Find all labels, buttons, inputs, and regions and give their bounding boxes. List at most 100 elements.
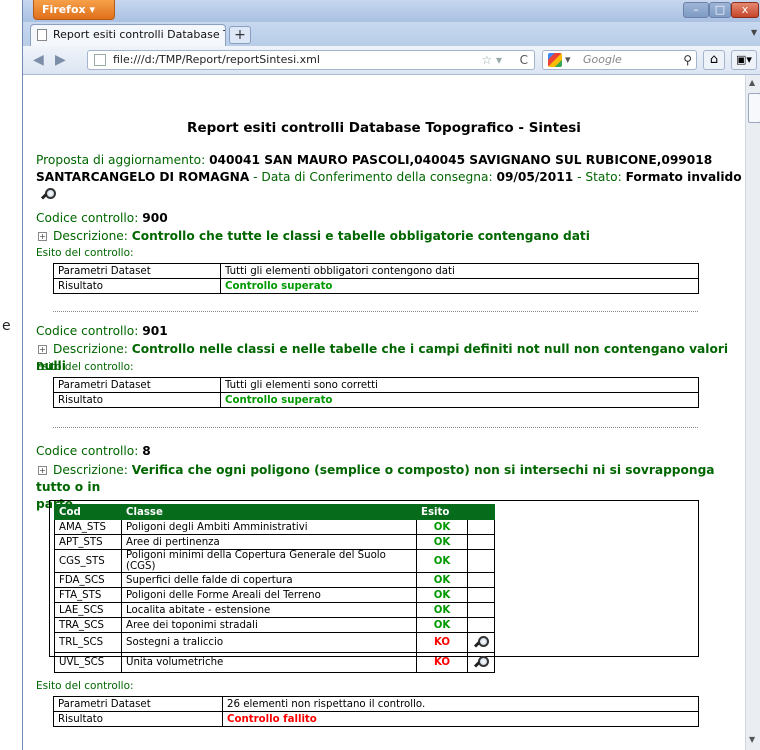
- expand-icon[interactable]: +: [38, 345, 47, 354]
- cell-action: [467, 534, 495, 550]
- title-bar: Firefox ▾ – □ x: [23, 0, 760, 22]
- table-row: CGS_STS Poligoni minimi della Copertura …: [54, 549, 495, 573]
- table-row: Parametri Dataset Tutti gli elementi son…: [53, 377, 699, 393]
- cell-esito: OK: [416, 587, 468, 603]
- cell-classe: Sostegni a traliccio: [121, 632, 417, 653]
- cell-esito: OK: [416, 572, 468, 588]
- cell-esito: OK: [416, 519, 468, 535]
- result-label: Risultato: [53, 711, 223, 727]
- page-viewport: Report esiti controlli Database Topograf…: [23, 75, 745, 750]
- scrollbar-thumb[interactable]: [748, 93, 760, 123]
- cell-action: [467, 572, 495, 588]
- param-label: Parametri Dataset: [53, 377, 221, 393]
- back-arrow-icon[interactable]: ◀: [33, 52, 44, 68]
- bookmark-star-icon[interactable]: ☆ ▾: [481, 51, 502, 69]
- url-text: file:///d:/TMP/Report/reportSintesi.xml: [113, 53, 320, 66]
- tab-title: Report esiti controlli Database Topograf…: [53, 28, 225, 41]
- cell-classe: Poligoni minimi della Copertura Generale…: [121, 549, 417, 573]
- divider: [53, 311, 698, 312]
- cell-cod: AMA_STS: [54, 519, 122, 535]
- table-row: TRA_SCS Aree dei toponimi stradali OK: [54, 617, 495, 633]
- tab-report[interactable]: Report esiti controlli Database Topograf…: [30, 24, 226, 46]
- param-value: 26 elementi non rispettano il controllo.: [222, 696, 699, 712]
- expand-icon[interactable]: +: [38, 232, 47, 241]
- table-row: FTA_STS Poligoni delle Forme Areali del …: [54, 587, 495, 603]
- class-table: Cod Classe Esito AMA_STS Poligoni degli …: [54, 504, 495, 673]
- cell-esito: OK: [416, 534, 468, 550]
- cell-action: [467, 617, 495, 633]
- addon-button-icon[interactable]: ▣▾: [731, 50, 757, 70]
- search-engine-chevron-icon[interactable]: ▾: [565, 51, 571, 69]
- result-table: Parametri Dataset Tutti gli elementi obb…: [53, 263, 699, 294]
- minimize-button[interactable]: –: [683, 2, 709, 18]
- result-value: Controllo superato: [220, 392, 699, 408]
- check-code: Codice controllo: 8: [36, 444, 151, 458]
- table-row: UVL_SCS Unita volumetriche KO: [54, 652, 495, 673]
- cell-action: [467, 549, 495, 573]
- proposal-info: Proposta di aggiornamento: 040041 SAN MA…: [36, 152, 745, 203]
- esito-label: Esito del controllo:: [36, 680, 134, 692]
- scroll-down-icon[interactable]: ▼: [749, 735, 755, 744]
- magnifier-icon[interactable]: [475, 656, 489, 669]
- search-icon[interactable]: ⚲: [683, 51, 692, 69]
- cell-esito: KO: [416, 652, 468, 673]
- check-description: + Descrizione: Controllo nelle classi e n…: [36, 342, 729, 373]
- maximize-button[interactable]: □: [709, 2, 731, 18]
- result-table: Parametri Dataset Tutti gli elementi son…: [53, 377, 699, 408]
- navigation-toolbar: ◀ ▶ file:///d:/TMP/Report/reportSintesi.…: [23, 46, 760, 75]
- cell-classe: Localita abitate - estensione: [121, 602, 417, 618]
- table-row: Parametri Dataset Tutti gli elementi obb…: [53, 263, 699, 279]
- firefox-menu-button[interactable]: Firefox ▾: [33, 0, 115, 20]
- table-row: TRL_SCS Sostegni a traliccio KO: [54, 632, 495, 653]
- cell-cod: TRA_SCS: [54, 617, 122, 633]
- cell-classe: Poligoni delle Forme Areali del Terreno: [121, 587, 417, 603]
- table-row: Risultato Controllo superato: [53, 278, 699, 294]
- cell-classe: Aree dei toponimi stradali: [121, 617, 417, 633]
- cell-classe: Unita volumetriche: [121, 652, 417, 673]
- google-icon[interactable]: [548, 53, 562, 67]
- reload-icon[interactable]: C: [520, 51, 528, 69]
- proposal-value-cont: SANTARCANGELO DI ROMAGNA: [36, 170, 250, 184]
- home-icon[interactable]: ⌂: [703, 50, 725, 70]
- table-row: Risultato Controllo fallito: [53, 711, 699, 727]
- table-row: Parametri Dataset 26 elementi non rispet…: [53, 696, 699, 712]
- divider: [53, 427, 698, 428]
- cell-esito: KO: [416, 632, 468, 653]
- state-value: Formato invalido: [625, 170, 742, 184]
- result-label: Risultato: [53, 278, 221, 294]
- expand-icon[interactable]: +: [38, 466, 47, 475]
- cell-classe: Aree di pertinenza: [121, 534, 417, 550]
- delivery-date: 09/05/2011: [496, 170, 574, 184]
- table-row: APT_STS Aree di pertinenza OK: [54, 534, 495, 550]
- firefox-menu-label: Firefox: [42, 3, 86, 16]
- result-label: Risultato: [53, 392, 221, 408]
- close-button[interactable]: x: [731, 2, 759, 18]
- table-row: AMA_STS Poligoni degli Ambiti Amministra…: [54, 519, 495, 535]
- cell-esito: OK: [416, 549, 468, 573]
- cell-action: [467, 587, 495, 603]
- cell-cod: APT_STS: [54, 534, 122, 550]
- result-table: Parametri Dataset 26 elementi non rispet…: [53, 696, 699, 727]
- search-bar[interactable]: ▾ Google ⚲: [542, 50, 697, 70]
- url-bar[interactable]: file:///d:/TMP/Report/reportSintesi.xml …: [87, 50, 535, 70]
- forward-arrow-icon[interactable]: ▶: [55, 52, 66, 68]
- class-results-box: Cod Classe Esito AMA_STS Poligoni degli …: [49, 500, 699, 673]
- vertical-scrollbar[interactable]: ▲ ▼: [745, 75, 760, 750]
- page-icon: [94, 54, 106, 66]
- result-value: Controllo fallito: [222, 711, 699, 727]
- header-esito: Esito: [416, 504, 468, 520]
- new-tab-button[interactable]: +: [229, 26, 251, 44]
- param-value: Tutti gli elementi sono corretti: [220, 377, 699, 393]
- tab-list-chevron-icon[interactable]: ▼: [751, 28, 757, 37]
- param-label: Parametri Dataset: [53, 263, 221, 279]
- browser-window: Firefox ▾ – □ x Report esiti controlli D…: [22, 0, 760, 750]
- check-code: Codice controllo: 900: [36, 211, 168, 225]
- check-description: + Descrizione: Controllo che tutte le cla…: [38, 229, 590, 243]
- magnifier-icon[interactable]: [42, 188, 56, 201]
- table-header-row: Cod Classe Esito: [54, 504, 495, 520]
- cell-action: [467, 519, 495, 535]
- scroll-up-icon[interactable]: ▲: [749, 78, 755, 87]
- cell-action: [467, 652, 495, 673]
- cell-cod: UVL_SCS: [54, 652, 122, 673]
- magnifier-icon[interactable]: [475, 636, 489, 649]
